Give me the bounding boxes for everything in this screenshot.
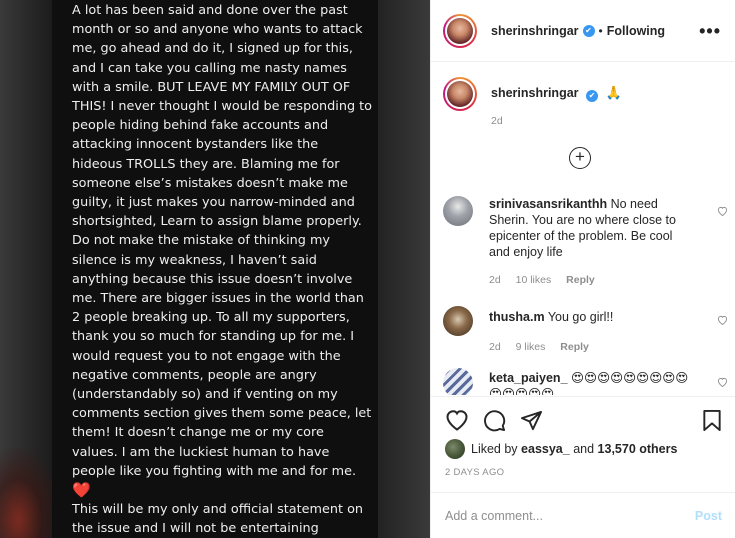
post-actions: Liked by eassya_ and 13,570 others 2 DAY… [431, 396, 735, 492]
liker-avatar[interactable] [445, 439, 465, 459]
caption-avatar[interactable] [443, 77, 477, 111]
reply-button[interactable]: Reply [566, 274, 595, 286]
caption-time[interactable]: 2d [491, 115, 622, 127]
commenter-avatar[interactable] [443, 196, 473, 226]
post-header: sherinshringar ✔ • Following ••• [431, 0, 735, 62]
caption-emoji: 🙏 [605, 85, 622, 100]
comment-text: You go girl!! [547, 310, 614, 324]
author-username[interactable]: sherinshringar [491, 24, 579, 38]
image-blur-accent [0, 448, 60, 538]
more-options-icon[interactable]: ••• [699, 22, 721, 40]
likes-summary[interactable]: Liked by eassya_ and 13,570 others [445, 439, 722, 459]
comment-username[interactable]: srinivasansrikanthh [489, 197, 607, 211]
verified-badge-icon: ✔ [586, 90, 599, 102]
verified-badge-icon: ✔ [582, 24, 595, 37]
comment-item: keta_paiyen_ 😍😍😍😍😍😍😍😍😍😍😍😍😍😍 [443, 368, 728, 395]
comment-time[interactable]: 2d [489, 341, 501, 353]
comment-likes[interactable]: 9 likes [516, 341, 546, 353]
add-comment-input[interactable]: Add a comment... [445, 509, 695, 523]
load-more-comments-icon[interactable]: + [569, 147, 591, 169]
post-comment-button[interactable]: Post [695, 509, 722, 523]
comment-item: srinivasansrikanthh No need Sherin. You … [443, 196, 728, 288]
separator-dot: • [598, 23, 603, 38]
comment-like-heart-icon[interactable] [717, 315, 728, 328]
comment-time[interactable]: 2d [489, 274, 501, 286]
post-timestamp[interactable]: 2 DAYS AGO [445, 467, 722, 478]
commenter-avatar[interactable] [443, 306, 473, 336]
post-side-panel: sherinshringar ✔ • Following ••• sherins… [430, 0, 735, 538]
comment-item: thusha.m You go girl!! 2d 9 likes Reply [443, 306, 728, 355]
statement-paragraph: This will be my only and official statem… [72, 502, 364, 537]
comment-like-heart-icon[interactable] [717, 206, 728, 219]
reply-button[interactable]: Reply [560, 341, 589, 353]
liked-by-prefix: Liked by [471, 442, 518, 456]
likes-count[interactable]: 13,570 others [598, 442, 678, 456]
comment-username[interactable]: thusha.m [489, 310, 545, 324]
share-paper-plane-icon[interactable] [520, 410, 543, 431]
post-caption: sherinshringar ✔ 🙏 2d [431, 63, 735, 143]
comment-bubble-icon[interactable] [483, 409, 506, 432]
save-bookmark-icon[interactable] [702, 409, 722, 432]
following-button[interactable]: Following [607, 24, 665, 38]
likes-and: and [573, 442, 595, 456]
heart-emoji: ❤️ [72, 481, 91, 500]
comment-likes[interactable]: 10 likes [516, 274, 552, 286]
post-image[interactable]: A lot has been said and done over the pa… [0, 0, 430, 538]
comment-like-heart-icon[interactable] [717, 377, 728, 390]
statement-text: A lot has been said and done over the pa… [52, 0, 378, 538]
caption-username[interactable]: sherinshringar [491, 86, 579, 100]
comments-list[interactable]: sherinshringar ✔ 🙏 2d + srinivasansrikan… [431, 63, 735, 395]
liker-username[interactable]: eassya_ [521, 442, 570, 456]
comment-username[interactable]: keta_paiyen_ [489, 371, 568, 385]
author-avatar[interactable] [443, 13, 477, 48]
like-heart-icon[interactable] [445, 409, 469, 431]
add-comment-bar: Add a comment... Post [431, 492, 735, 538]
statement-paragraph: A lot has been said and done over the pa… [72, 3, 372, 479]
commenter-avatar[interactable] [443, 368, 473, 395]
